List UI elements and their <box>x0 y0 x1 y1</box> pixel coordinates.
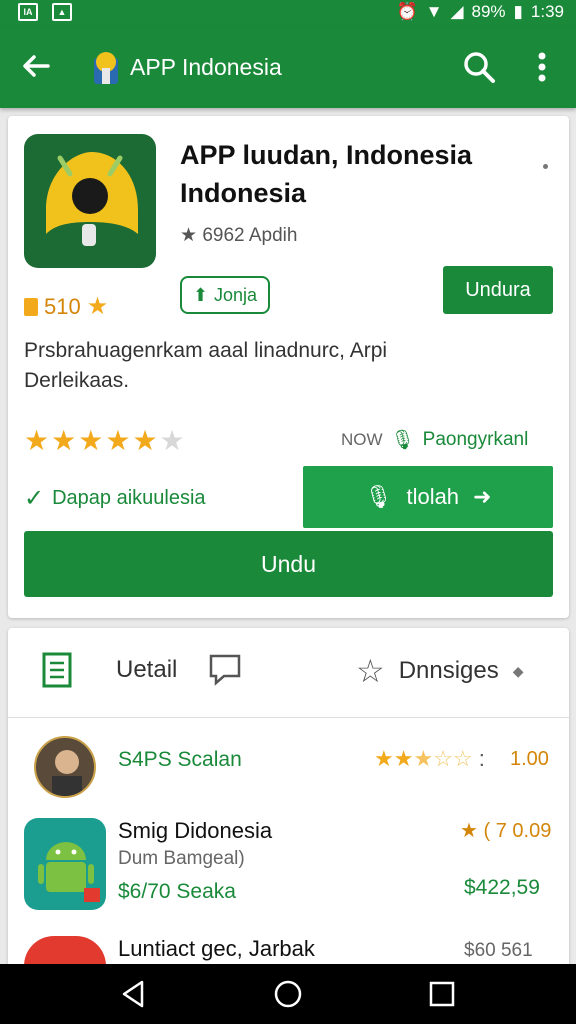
tab-comment[interactable] <box>208 652 256 686</box>
rating-count: 510 ★ <box>24 292 108 321</box>
list-item-price-right: $422,59 <box>464 876 540 899</box>
mic-icon: 🎙 <box>364 484 393 509</box>
tab-bar: Uetail ☆ Dnnsiges ◆ <box>8 628 569 718</box>
list-item-subtitle: Dum Bamgeal) <box>118 848 245 869</box>
tab-reviews-label: Dnnsiges <box>398 657 499 684</box>
app-meta: ★ 6962 Apdih <box>180 224 297 247</box>
star-outline-icon: ☆ <box>356 653 385 689</box>
list-item-rating: ★ ( 7 0.09 <box>460 818 551 843</box>
recents-nav-icon[interactable] <box>426 978 458 1010</box>
tab-reviews[interactable]: ☆ Dnnsiges ◆ <box>356 652 524 690</box>
diamond-icon: ◆ <box>512 662 524 679</box>
install-button-label: tlolah <box>406 484 460 509</box>
list-item[interactable]: Smig Didonesia Dum Bamgeal) $6/70 Seaka … <box>24 818 554 918</box>
home-nav-icon[interactable] <box>272 978 304 1010</box>
comment-icon <box>209 654 241 686</box>
tab-detail[interactable]: Uetail <box>42 652 177 688</box>
related-card: Uetail ☆ Dnnsiges ◆ S4PS Scalan ★★★☆☆ : … <box>8 628 569 968</box>
list-item-rating: 1.00 <box>510 748 549 770</box>
star-icon: ★ <box>51 425 77 456</box>
star-icon: ★ <box>24 425 50 456</box>
more-vert-icon[interactable] <box>532 50 552 84</box>
battery-icon: ▮ <box>513 2 523 21</box>
list-item-stars: ★★★☆☆ : <box>374 746 485 771</box>
star-small-icon: ★ <box>180 225 198 246</box>
install-button-small[interactable]: Undura <box>443 266 553 314</box>
star-icon: ★ <box>78 425 104 456</box>
star-icon: ★ <box>460 820 478 842</box>
app-bar: APP Indonesia <box>0 26 576 108</box>
check-icon: ✓ <box>24 485 45 512</box>
avatar <box>34 736 96 798</box>
list-item-rating-text: ( 7 0.09 <box>483 820 552 842</box>
app-icon <box>24 134 156 268</box>
arrow-right-icon: ➜ <box>473 484 492 509</box>
now-info: NOW 🎙 Paongyrkanl <box>341 428 528 452</box>
back-arrow-icon[interactable] <box>20 50 52 82</box>
image-icon: ▲ <box>52 3 72 21</box>
battery-percent: 89% <box>471 2 506 21</box>
clock: 1:39 <box>530 2 564 21</box>
tag-chip[interactable]: ⬆ Jonja <box>180 276 270 314</box>
compat-row: ✓ Dapap aikuulesia <box>24 484 206 513</box>
notification-icon: IA <box>18 3 38 21</box>
android-app-icon <box>24 818 106 910</box>
app-bar-title: APP Indonesia <box>130 54 282 80</box>
rating-stars: ★ ★ ★ ★ ★ ★ <box>24 424 185 457</box>
list-item-title: Luntiact gec, Jarbak <box>118 936 315 961</box>
app-meta-text: 6962 Apdih <box>202 225 298 246</box>
app-detail-card: APP luudan, Indonesia Indonesia ★ 6962 A… <box>8 116 569 618</box>
system-nav-bar <box>0 964 576 1024</box>
rating-count-text: 510 <box>44 293 81 319</box>
app-title: APP luudan, Indonesia Indonesia <box>180 140 473 208</box>
wifi-icon: ▼ <box>425 2 443 21</box>
signal-icon: ◢ <box>450 2 464 21</box>
status-bar: IA ▲ ⏰ ▼ ◢ 89% ▮ 1:39 <box>0 0 576 26</box>
badge-icon <box>24 297 38 316</box>
download-button[interactable]: Undu <box>24 531 553 597</box>
tab-detail-label: Uetail <box>116 656 178 683</box>
install-button[interactable]: 🎙 tlolah ➜ <box>303 466 553 528</box>
list-item-title: S4PS Scalan <box>118 748 242 771</box>
now-prefix: NOW <box>341 430 383 449</box>
star-icon: ★ <box>105 425 131 456</box>
app-description: Prsbrahuagenrkam aaal linadnurc, Arpi De… <box>24 339 388 392</box>
star-icon: ★ <box>86 293 109 320</box>
document-icon <box>42 652 72 688</box>
now-label: Paongyrkanl <box>422 429 529 450</box>
list-item-price-right: $60 561 <box>464 940 533 961</box>
chip-label: Jonja <box>214 284 258 305</box>
star-half-icon: ★ <box>132 425 158 456</box>
overflow-dot-icon[interactable] <box>543 164 548 169</box>
list-item-title: Smig Didonesia <box>118 818 273 843</box>
star-empty-icon: ★ <box>159 425 185 456</box>
back-nav-icon[interactable] <box>118 978 150 1010</box>
chip-icon: ⬆ <box>192 284 209 305</box>
alarm-icon: ⏰ <box>396 2 418 21</box>
list-item[interactable]: S4PS Scalan ★★★☆☆ : 1.00 <box>24 728 554 808</box>
mic-icon: 🎙 <box>390 430 415 451</box>
search-icon[interactable] <box>462 50 496 84</box>
list-item-price: $6/70 Seaka <box>118 880 236 903</box>
app-logo-icon <box>94 52 118 84</box>
compat-label: Dapap aikuulesia <box>52 487 206 509</box>
